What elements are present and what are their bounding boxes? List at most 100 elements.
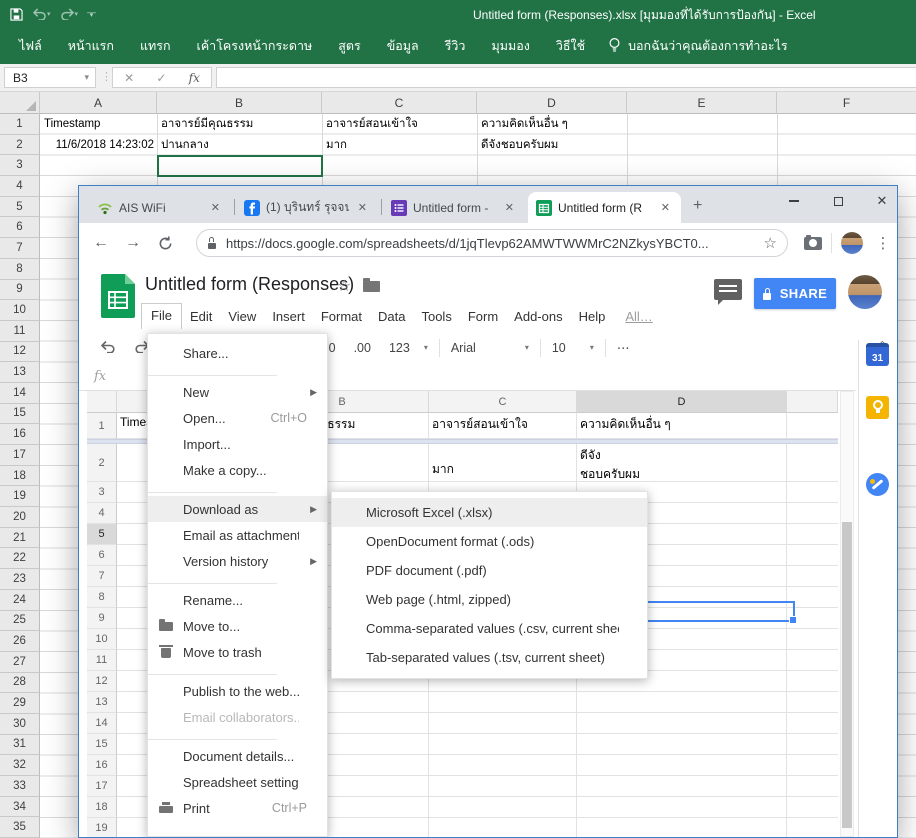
row-number[interactable]: 5 xyxy=(87,524,117,545)
row-number[interactable]: 19 xyxy=(87,818,117,838)
cell[interactable] xyxy=(577,713,787,734)
forward-icon[interactable]: → xyxy=(121,231,145,255)
row-number[interactable]: 11 xyxy=(87,650,117,671)
file-menu-item[interactable]: Make a copy... ▶ xyxy=(148,457,327,483)
menu-edit[interactable]: Edit xyxy=(182,305,220,328)
row-number[interactable]: 33 xyxy=(0,776,40,797)
cell[interactable] xyxy=(787,629,838,650)
file-menu-item[interactable]: Open... Ctrl+O ▶ xyxy=(148,405,327,431)
column-header-d-selected[interactable]: D xyxy=(577,391,787,413)
row-number[interactable]: 18 xyxy=(87,797,117,818)
menu-add-ons[interactable]: Add-ons xyxy=(506,305,570,328)
cell[interactable] xyxy=(787,818,838,838)
google-keep-icon[interactable] xyxy=(866,396,889,419)
number-format-button[interactable]: 123▾ xyxy=(380,341,437,355)
cell[interactable] xyxy=(787,503,838,524)
row-number[interactable]: 1 xyxy=(87,413,117,439)
file-menu-item[interactable]: Download as ▶ xyxy=(148,496,327,522)
menu-format[interactable]: Format xyxy=(313,305,370,328)
cell-c1[interactable]: อาจารย์สอนเข้าใจ xyxy=(429,413,577,439)
row-number[interactable]: 2 xyxy=(87,444,117,482)
cell[interactable] xyxy=(787,566,838,587)
cell[interactable] xyxy=(787,692,838,713)
back-icon[interactable]: ← xyxy=(89,231,113,255)
excel-tab-insert[interactable]: แทรก xyxy=(127,28,184,64)
save-status-link[interactable]: All… xyxy=(617,305,660,328)
row-number[interactable]: 18 xyxy=(0,466,40,487)
cell[interactable] xyxy=(429,692,577,713)
row-number[interactable]: 23 xyxy=(0,569,40,590)
document-title[interactable]: Untitled form (Responses) xyxy=(145,274,354,295)
active-cell-b3-border[interactable] xyxy=(157,155,323,177)
row-number[interactable]: 20 xyxy=(0,507,40,528)
column-header-c[interactable]: C xyxy=(322,92,477,114)
row-number[interactable]: 13 xyxy=(87,692,117,713)
menu-help[interactable]: Help xyxy=(571,305,614,328)
comments-icon[interactable] xyxy=(714,279,742,300)
file-menu-item[interactable]: New ▶ xyxy=(148,379,327,405)
excel-tab-data[interactable]: ข้อมูล xyxy=(374,28,432,64)
tab-close-icon[interactable]: ✕ xyxy=(502,200,517,215)
name-box[interactable]: B3 ▾ xyxy=(4,67,96,88)
row-number[interactable]: 10 xyxy=(87,629,117,650)
row-number[interactable]: 35 xyxy=(0,817,40,838)
cell[interactable] xyxy=(787,755,838,776)
tab-close-icon[interactable]: ✕ xyxy=(658,200,673,215)
column-header-e[interactable] xyxy=(787,391,838,413)
share-button[interactable]: SHARE xyxy=(754,278,836,309)
cell-d2[interactable]: ดีจังชอบครับผม xyxy=(481,135,558,155)
file-menu-item[interactable]: Import... ▶ xyxy=(148,431,327,457)
file-menu-item[interactable]: Share... ▶ xyxy=(148,340,327,366)
cell[interactable] xyxy=(577,776,787,797)
menu-view[interactable]: View xyxy=(220,305,264,328)
cell-c2[interactable]: มาก xyxy=(326,135,347,155)
submenu-item[interactable]: Comma-separated values (.csv, current sh… xyxy=(332,614,647,643)
cell-d1[interactable]: ความคิดเห็นอื่น ๆ xyxy=(577,413,787,439)
scrollbar-thumb[interactable] xyxy=(842,522,852,828)
cell-e1[interactable] xyxy=(787,413,838,439)
select-all-corner[interactable] xyxy=(0,92,40,114)
cell[interactable] xyxy=(577,797,787,818)
row-number[interactable]: 26 xyxy=(0,631,40,652)
cell[interactable] xyxy=(577,692,787,713)
cell[interactable] xyxy=(429,755,577,776)
row-number[interactable]: 17 xyxy=(87,776,117,797)
tab-ais-wifi[interactable]: AIS WiFi ✕ xyxy=(89,192,231,223)
row-number[interactable]: 3 xyxy=(0,155,40,176)
file-menu-item[interactable]: Rename... ▶ xyxy=(148,587,327,613)
column-header-e[interactable]: E xyxy=(627,92,777,114)
row-number[interactable]: 19 xyxy=(0,486,40,507)
cell-d1[interactable]: ความคิดเห็นอื่น ๆ xyxy=(481,114,568,134)
star-document-icon[interactable]: ☆ xyxy=(337,276,351,296)
confirm-entry-icon[interactable]: ✓ xyxy=(156,71,166,85)
cell[interactable] xyxy=(429,734,577,755)
column-header-c[interactable]: C xyxy=(429,391,577,413)
row-number[interactable]: 4 xyxy=(87,503,117,524)
column-header-a[interactable]: A xyxy=(40,92,157,114)
row-number[interactable]: 11 xyxy=(0,321,40,342)
browser-profile-avatar[interactable] xyxy=(841,232,863,254)
file-menu-item[interactable]: Email as attachment... ▶ xyxy=(148,522,327,548)
cell-e2[interactable] xyxy=(787,444,838,482)
vertical-scrollbar[interactable] xyxy=(840,391,854,837)
cell[interactable] xyxy=(787,776,838,797)
file-menu-item[interactable]: ▶ xyxy=(148,574,327,587)
menu-tools[interactable]: Tools xyxy=(413,305,459,328)
undo-icon[interactable] xyxy=(91,340,125,356)
bookmark-star-icon[interactable]: ☆ xyxy=(764,234,777,252)
row-number[interactable]: 32 xyxy=(0,755,40,776)
file-menu-item[interactable]: Publish to the web... ▶ xyxy=(148,678,327,704)
row-number[interactable]: 24 xyxy=(0,590,40,611)
column-header-f[interactable]: F xyxy=(777,92,916,114)
formula-input[interactable] xyxy=(216,67,916,88)
menu-insert[interactable]: Insert xyxy=(264,305,313,328)
column-header-b[interactable]: B xyxy=(157,92,322,114)
google-calendar-icon[interactable]: 31 xyxy=(866,343,889,366)
cell[interactable] xyxy=(787,545,838,566)
sheets-profile-avatar[interactable] xyxy=(848,275,882,309)
row-number[interactable]: 12 xyxy=(0,342,40,363)
excel-tab-home[interactable]: หน้าแรก xyxy=(55,28,127,64)
row-number[interactable]: 22 xyxy=(0,548,40,569)
file-menu-item[interactable]: ▶ xyxy=(148,366,327,379)
excel-tab-formulas[interactable]: สูตร xyxy=(325,28,373,64)
